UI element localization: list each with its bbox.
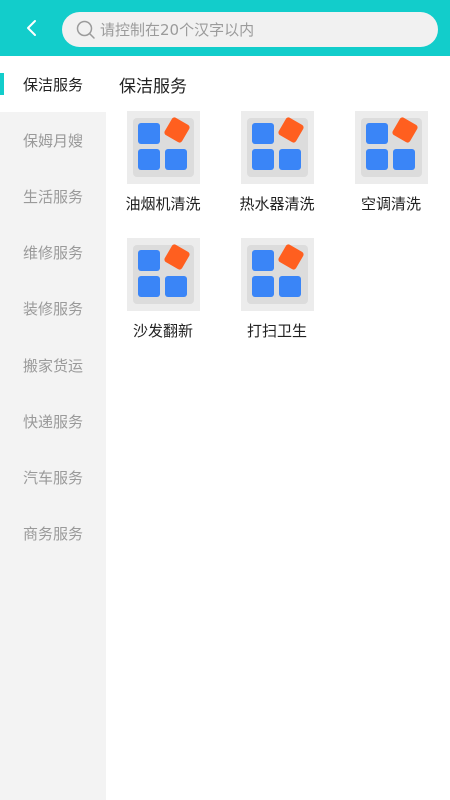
sidebar-item-express[interactable]: 快递服务 bbox=[0, 393, 106, 449]
sidebar-item-repair[interactable]: 维修服务 bbox=[0, 225, 106, 281]
sidebar-item-nanny[interactable]: 保姆月嫂 bbox=[0, 112, 106, 168]
service-item-label: 沙发翻新 bbox=[132, 322, 193, 340]
service-item[interactable]: 打扫卫生 bbox=[220, 238, 332, 358]
chevron-left-icon bbox=[27, 20, 36, 36]
sidebar-item-label: 装修服务 bbox=[22, 300, 83, 319]
sidebar-item-life[interactable]: 生活服务 bbox=[0, 168, 106, 224]
service-panel: 保洁服务 油烟机清洗 热水器清洗 空调清洗 沙发翻新 打扫卫生 bbox=[106, 56, 450, 800]
back-button[interactable] bbox=[18, 14, 46, 42]
sidebar-item-label: 商务服务 bbox=[22, 525, 83, 544]
service-item-label: 空调清洗 bbox=[360, 195, 421, 213]
service-item[interactable]: 沙发翻新 bbox=[106, 238, 218, 358]
app-grid-icon bbox=[241, 111, 314, 184]
service-item[interactable]: 油烟机清洗 bbox=[106, 111, 218, 231]
service-item-label: 油烟机清洗 bbox=[125, 195, 201, 213]
service-item[interactable]: 热水器清洗 bbox=[220, 111, 332, 231]
sidebar-item-moving[interactable]: 搬家货运 bbox=[0, 337, 106, 393]
sidebar-item-label: 保洁服务 bbox=[22, 75, 83, 94]
app-grid-icon bbox=[127, 238, 200, 311]
search-input[interactable] bbox=[100, 20, 420, 39]
service-item-label: 打扫卫生 bbox=[246, 322, 307, 340]
section-title: 保洁服务 bbox=[119, 77, 187, 97]
sidebar-item-label: 生活服务 bbox=[22, 187, 83, 206]
sidebar-item-label: 快递服务 bbox=[22, 412, 83, 431]
top-bar bbox=[0, 0, 450, 56]
sidebar-item-cleaning[interactable]: 保洁服务 bbox=[0, 56, 106, 113]
service-item-label: 热水器清洗 bbox=[239, 195, 315, 213]
search-icon bbox=[76, 20, 96, 40]
app-grid-icon bbox=[127, 111, 200, 184]
sidebar-item-car[interactable]: 汽车服务 bbox=[0, 449, 106, 505]
sidebar-item-label: 汽车服务 bbox=[22, 468, 83, 487]
service-item[interactable]: 空调清洗 bbox=[334, 111, 446, 231]
sidebar-item-label: 维修服务 bbox=[22, 244, 83, 263]
sidebar-item-business[interactable]: 商务服务 bbox=[0, 506, 106, 562]
sidebar-item-label: 搬家货运 bbox=[22, 356, 83, 375]
app-grid-icon bbox=[355, 111, 428, 184]
sidebar-item-renovation[interactable]: 装修服务 bbox=[0, 281, 106, 337]
app-grid-icon bbox=[241, 238, 314, 311]
sidebar-item-label: 保姆月嫂 bbox=[22, 131, 83, 150]
search-bar[interactable] bbox=[62, 12, 438, 47]
category-sidebar: 保洁服务 保姆月嫂 生活服务 维修服务 装修服务 搬家货运 快递服务 汽车服务 … bbox=[0, 56, 106, 800]
